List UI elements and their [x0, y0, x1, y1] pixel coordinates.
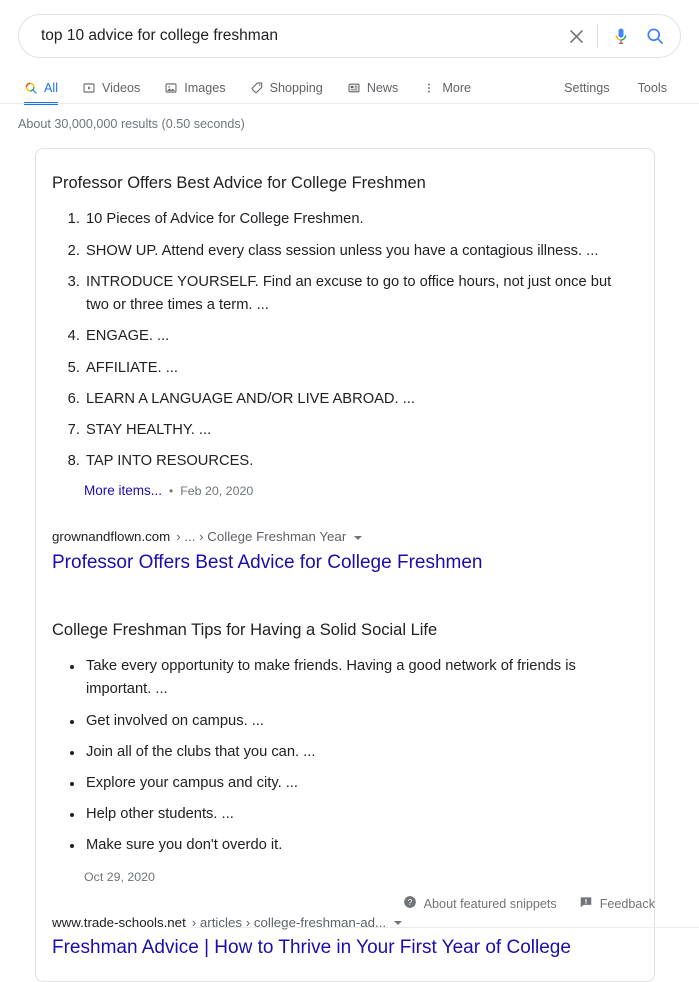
featured-snippet-footer: ? About featured snippets Feedback	[403, 895, 655, 912]
list-item: TAP INTO RESOURCES.	[84, 450, 638, 473]
list-item: Join all of the clubs that you can. ...	[84, 741, 638, 764]
snippet-date: Oct 29, 2020	[84, 869, 155, 884]
source-url: grownandflown.com › ... › College Freshm…	[52, 528, 638, 547]
search-box[interactable]	[18, 14, 681, 58]
snippet-title: College Freshman Tips for Having a Solid…	[52, 620, 438, 639]
tab-shopping[interactable]: Shopping	[238, 81, 335, 104]
list-item: AFFILIATE. ...	[84, 357, 638, 380]
tab-shopping-label: Shopping	[269, 81, 323, 95]
result-title-link[interactable]: Freshman Advice | How to Thrive in Your …	[52, 936, 571, 961]
search-bar-container	[0, 0, 699, 58]
settings-label: Settings	[564, 81, 610, 95]
tools-button[interactable]: Tools	[624, 81, 681, 104]
list-item: Make sure you don't overdo it.	[84, 834, 638, 857]
feedback-icon	[579, 895, 593, 912]
source-breadcrumb: › articles › college-freshman-ad...	[191, 914, 387, 930]
list-item: 10 Pieces of Advice for College Freshmen…	[84, 208, 638, 231]
chevron-down-icon[interactable]	[394, 920, 403, 925]
news-icon	[347, 81, 361, 95]
tag-icon	[250, 81, 264, 95]
tab-images-label: Images	[184, 81, 226, 95]
tab-images[interactable]: Images	[152, 81, 237, 104]
chevron-down-icon[interactable]	[354, 535, 363, 540]
about-featured-snippets-label: About featured snippets	[423, 896, 557, 911]
about-featured-snippets-button[interactable]: ? About featured snippets	[403, 895, 557, 912]
nav-divider	[0, 103, 699, 104]
featured-snippet-2: College Freshman Tips for Having a Solid…	[36, 596, 654, 900]
video-icon	[82, 81, 96, 95]
list-item: Explore your campus and city. ...	[84, 772, 638, 795]
microphone-icon[interactable]	[604, 19, 638, 53]
list-item: Help other students. ...	[84, 803, 638, 826]
snippet-unordered-list: Take every opportunity to make friends. …	[52, 655, 638, 858]
search-icon	[24, 81, 38, 95]
featured-snippet-1: Professor Offers Best Advice for College…	[36, 149, 654, 514]
list-item: SHOW UP. Attend every class session unle…	[84, 240, 638, 263]
source-breadcrumb: › ... › College Freshman Year	[176, 529, 347, 545]
search-icon[interactable]	[638, 19, 672, 53]
settings-button[interactable]: Settings	[550, 81, 624, 104]
source-block-1: grownandflown.com › ... › College Freshm…	[36, 514, 654, 595]
feedback-label: Feedback	[599, 896, 655, 911]
search-nav-tabs: All Videos Images Shopping News More Set…	[0, 70, 699, 105]
tab-videos-label: Videos	[102, 81, 141, 95]
tools-label: Tools	[637, 81, 667, 95]
snippet-title: Professor Offers Best Advice for College…	[52, 174, 426, 192]
search-divider	[597, 24, 598, 48]
tab-more[interactable]: More	[410, 81, 483, 104]
feedback-button[interactable]: Feedback	[579, 895, 655, 912]
list-item: STAY HEALTHY. ...	[84, 419, 638, 442]
more-vertical-icon	[422, 81, 436, 95]
search-input[interactable]	[41, 24, 559, 48]
result-title-link[interactable]: Professor Offers Best Advice for College…	[52, 551, 483, 576]
snippet-ordered-list: 10 Pieces of Advice for College Freshmen…	[52, 208, 638, 473]
close-icon[interactable]	[559, 19, 593, 53]
image-icon	[164, 81, 178, 95]
list-item: ENGAGE. ...	[84, 325, 638, 348]
list-item: LEARN A LANGUAGE AND/OR LIVE ABROAD. ...	[84, 388, 638, 411]
tab-all-label: All	[44, 81, 58, 95]
featured-snippet-card: Professor Offers Best Advice for College…	[35, 148, 655, 982]
help-circle-icon: ?	[403, 895, 417, 912]
result-stats: About 30,000,000 results (0.50 seconds)	[18, 117, 245, 131]
tab-all[interactable]: All	[18, 81, 70, 105]
separator-dot: •	[169, 483, 174, 498]
source-url: www.trade-schools.net › articles › colle…	[52, 914, 638, 933]
more-items-row: More items... • Feb 20, 2020	[84, 483, 638, 498]
list-item: Get involved on campus. ...	[84, 710, 638, 733]
list-item: INTRODUCE YOURSELF. Find an excuse to go…	[84, 271, 638, 317]
tab-news-label: News	[366, 81, 399, 95]
source-domain: grownandflown.com	[52, 529, 171, 545]
snippet-date: Feb 20, 2020	[180, 483, 254, 498]
tab-more-label: More	[442, 81, 472, 95]
source-domain: www.trade-schools.net	[52, 914, 186, 930]
svg-text:?: ?	[407, 898, 412, 907]
nav-tab-group: All Videos Images Shopping News More	[18, 81, 483, 105]
nav-right-group: Settings Tools	[550, 81, 681, 104]
list-item: Take every opportunity to make friends. …	[84, 655, 638, 701]
more-items-link[interactable]: More items...	[84, 483, 162, 498]
tab-news[interactable]: News	[335, 81, 411, 104]
tab-videos[interactable]: Videos	[70, 81, 152, 104]
